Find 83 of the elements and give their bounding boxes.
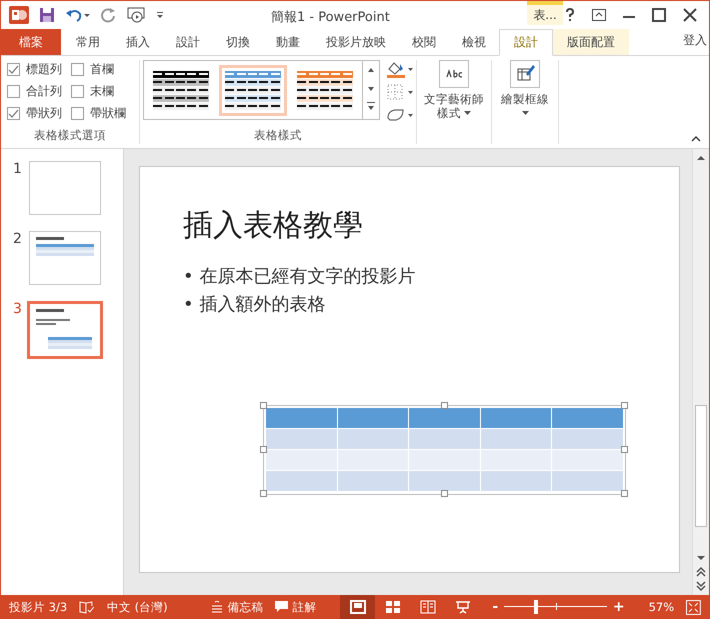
ribbon-tab[interactable]: 設計 xyxy=(163,29,213,55)
sign-in-link[interactable]: 登入 xyxy=(683,32,707,49)
checkbox-label: 合計列 xyxy=(26,83,62,100)
table-style-option[interactable] xyxy=(218,64,286,116)
checkbox[interactable] xyxy=(71,63,84,76)
ribbon-tab[interactable]: 校閱 xyxy=(399,29,449,55)
slide-thumbnail[interactable] xyxy=(27,301,103,359)
text-style-icon xyxy=(439,60,469,88)
redo-icon[interactable] xyxy=(101,7,117,23)
resize-handle[interactable] xyxy=(621,402,628,409)
slide-title: 插入表格教學 xyxy=(183,207,364,245)
ribbon-display-icon[interactable] xyxy=(592,9,606,21)
resize-handle[interactable] xyxy=(440,490,448,497)
next-slide-icon[interactable] xyxy=(694,579,708,593)
slideshow-icon[interactable] xyxy=(127,6,145,24)
ribbon-tab[interactable]: 常用 xyxy=(63,29,113,55)
zoom-slider-thumb[interactable] xyxy=(534,600,538,614)
scrollbar-thumb[interactable] xyxy=(695,405,707,527)
bullet-item: • 在原本已經有文字的投影片 xyxy=(183,265,416,288)
checkbox[interactable] xyxy=(7,63,20,76)
zoom-in-button[interactable]: + xyxy=(612,599,625,615)
checkbox[interactable] xyxy=(71,85,84,98)
help-icon[interactable] xyxy=(565,8,575,22)
ribbon-tab[interactable]: 檢視 xyxy=(449,29,499,55)
undo-icon[interactable] xyxy=(65,7,91,23)
checkbox-label: 標題列 xyxy=(26,61,62,78)
resize-handle[interactable] xyxy=(621,490,628,497)
ribbon-tab[interactable]: 投影片放映 xyxy=(313,29,399,55)
group-label: 表格樣式 xyxy=(254,128,302,144)
resize-handle[interactable] xyxy=(260,490,267,497)
slide-thumbnail[interactable] xyxy=(29,161,101,215)
borders-icon[interactable] xyxy=(386,83,414,101)
close-icon[interactable] xyxy=(683,8,697,22)
shading-icon[interactable] xyxy=(386,60,414,78)
language-indicator[interactable]: 中文 (台灣) xyxy=(106,600,168,614)
zoom-slider[interactable] xyxy=(504,600,607,614)
slide-number: 3 xyxy=(13,301,23,317)
caret-icon xyxy=(522,111,528,115)
zoom-percent[interactable]: 57% xyxy=(648,600,674,614)
collapse-ribbon-icon[interactable] xyxy=(691,135,701,142)
spelling-icon[interactable] xyxy=(79,600,95,614)
draw-borders-button[interactable]: 繪製框線 xyxy=(501,60,549,115)
wordart-styles-button[interactable]: 文字藝術師 樣式 xyxy=(424,60,484,120)
checkbox[interactable] xyxy=(7,107,20,120)
ribbon-tab[interactable]: 插入 xyxy=(113,29,163,55)
ribbon-tab[interactable]: 切換 xyxy=(213,29,263,55)
window-title: 簡報1 - PowerPoint xyxy=(271,9,390,26)
speech-bubble-icon xyxy=(275,601,288,613)
ribbon-tab[interactable]: 版面配置 xyxy=(553,29,629,55)
checkbox-label: 帶狀欄 xyxy=(90,105,126,122)
caret-icon xyxy=(464,111,471,115)
context-tab-label: 表... xyxy=(527,1,563,25)
bullet-item: • 插入額外的表格 xyxy=(183,293,326,316)
resize-handle[interactable] xyxy=(260,402,267,409)
app-logo-icon xyxy=(9,6,29,24)
maximize-icon[interactable] xyxy=(652,8,666,22)
slide-number: 1 xyxy=(13,161,23,177)
checkbox[interactable] xyxy=(7,85,20,98)
slide-thumbnail[interactable] xyxy=(29,231,101,285)
checkbox-label: 帶狀列 xyxy=(26,105,62,122)
slide-number: 2 xyxy=(13,231,23,247)
checkbox-label: 末欄 xyxy=(90,83,114,100)
table[interactable] xyxy=(266,408,623,491)
slide-counter: 投影片 3/3 xyxy=(9,600,68,614)
lines-icon xyxy=(211,601,224,613)
save-icon[interactable] xyxy=(39,7,55,23)
resize-handle[interactable] xyxy=(621,446,628,453)
previous-slide-icon[interactable] xyxy=(694,565,708,579)
ribbon-tab[interactable]: 動畫 xyxy=(263,29,313,55)
table-pencil-icon xyxy=(510,60,540,88)
fit-slide-icon[interactable] xyxy=(686,600,701,614)
resize-handle[interactable] xyxy=(440,402,448,409)
notes-button[interactable]: 備忘稿 xyxy=(211,600,264,614)
checkbox-label: 首欄 xyxy=(90,61,114,78)
comments-button[interactable]: 註解 xyxy=(275,600,316,614)
customize-icon[interactable] xyxy=(155,10,165,20)
resize-handle[interactable] xyxy=(260,446,267,453)
checkbox[interactable] xyxy=(71,107,84,120)
group-label: 表格樣式選項 xyxy=(34,128,106,144)
normal-view-icon[interactable] xyxy=(340,595,376,619)
ribbon-tab[interactable]: 設計 xyxy=(499,29,553,56)
ribbon-tab[interactable]: 檔案 xyxy=(1,29,61,55)
zoom-out-button[interactable]: - xyxy=(492,599,498,615)
